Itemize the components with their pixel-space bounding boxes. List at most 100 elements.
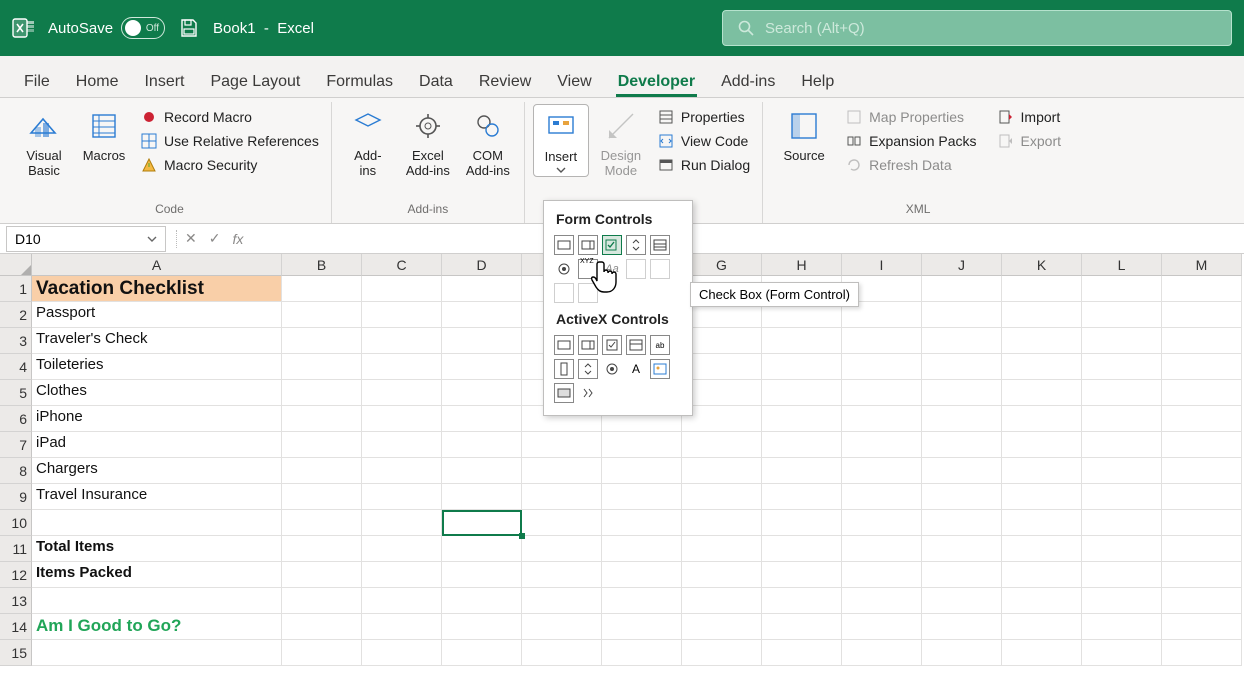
cell-E8[interactable] bbox=[522, 458, 602, 484]
excel-addins-button[interactable]: Excel Add-ins bbox=[400, 104, 456, 182]
cell-M13[interactable] bbox=[1162, 588, 1242, 614]
cell-J10[interactable] bbox=[922, 510, 1002, 536]
cell-D11[interactable] bbox=[442, 536, 522, 562]
cell-E13[interactable] bbox=[522, 588, 602, 614]
column-header-A[interactable]: A bbox=[32, 254, 282, 276]
cell-J5[interactable] bbox=[922, 380, 1002, 406]
row-header-2[interactable]: 2 bbox=[0, 302, 32, 328]
cell-L11[interactable] bbox=[1082, 536, 1162, 562]
cell-D3[interactable] bbox=[442, 328, 522, 354]
tab-help[interactable]: Help bbox=[799, 65, 836, 97]
search-box[interactable]: Search (Alt+Q) bbox=[722, 10, 1232, 46]
cell-H15[interactable] bbox=[762, 640, 842, 666]
use-relative-button[interactable]: Use Relative References bbox=[136, 130, 323, 152]
cell-M3[interactable] bbox=[1162, 328, 1242, 354]
cell-A10[interactable] bbox=[32, 510, 282, 536]
ax-spin-button-icon[interactable] bbox=[578, 359, 598, 379]
cell-C8[interactable] bbox=[362, 458, 442, 484]
tab-add-ins[interactable]: Add-ins bbox=[719, 65, 777, 97]
label-control-icon[interactable]: Aa bbox=[602, 259, 622, 279]
cell-B13[interactable] bbox=[282, 588, 362, 614]
cell-A4[interactable]: Toileteries bbox=[32, 354, 282, 380]
scroll-bar-control-icon[interactable] bbox=[626, 259, 646, 279]
cell-I6[interactable] bbox=[842, 406, 922, 432]
cell-C3[interactable] bbox=[362, 328, 442, 354]
cell-H12[interactable] bbox=[762, 562, 842, 588]
column-header-H[interactable]: H bbox=[762, 254, 842, 276]
cell-C11[interactable] bbox=[362, 536, 442, 562]
cell-D8[interactable] bbox=[442, 458, 522, 484]
cell-L8[interactable] bbox=[1082, 458, 1162, 484]
row-header-9[interactable]: 9 bbox=[0, 484, 32, 510]
cell-K4[interactable] bbox=[1002, 354, 1082, 380]
ax-check-box-icon[interactable] bbox=[602, 335, 622, 355]
ax-text-box-icon[interactable]: ab bbox=[650, 335, 670, 355]
fill-handle[interactable] bbox=[519, 533, 525, 539]
cell-E11[interactable] bbox=[522, 536, 602, 562]
enter-icon[interactable]: ✓ bbox=[205, 230, 225, 247]
combo-box-control-icon[interactable] bbox=[578, 235, 598, 255]
cell-J9[interactable] bbox=[922, 484, 1002, 510]
ax-command-button-icon[interactable] bbox=[554, 335, 574, 355]
button-control-icon[interactable] bbox=[554, 235, 574, 255]
cell-F11[interactable] bbox=[602, 536, 682, 562]
cell-B1[interactable] bbox=[282, 276, 362, 302]
cell-L2[interactable] bbox=[1082, 302, 1162, 328]
cell-H4[interactable] bbox=[762, 354, 842, 380]
spin-button-control-icon[interactable] bbox=[626, 235, 646, 255]
cell-E7[interactable] bbox=[522, 432, 602, 458]
cell-M14[interactable] bbox=[1162, 614, 1242, 640]
cell-I11[interactable] bbox=[842, 536, 922, 562]
cell-B4[interactable] bbox=[282, 354, 362, 380]
cell-F14[interactable] bbox=[602, 614, 682, 640]
refresh-data-button[interactable]: Refresh Data bbox=[841, 154, 980, 176]
ax-scroll-bar-icon[interactable] bbox=[554, 359, 574, 379]
cell-L10[interactable] bbox=[1082, 510, 1162, 536]
cell-B5[interactable] bbox=[282, 380, 362, 406]
cell-D6[interactable] bbox=[442, 406, 522, 432]
cell-A5[interactable]: Clothes bbox=[32, 380, 282, 406]
cell-G8[interactable] bbox=[682, 458, 762, 484]
cell-D15[interactable] bbox=[442, 640, 522, 666]
cell-I9[interactable] bbox=[842, 484, 922, 510]
run-dialog-button[interactable]: Run Dialog bbox=[653, 154, 754, 176]
cell-G5[interactable] bbox=[682, 380, 762, 406]
cell-D7[interactable] bbox=[442, 432, 522, 458]
cell-B7[interactable] bbox=[282, 432, 362, 458]
macro-security-button[interactable]: Macro Security bbox=[136, 154, 323, 176]
select-all-corner[interactable] bbox=[0, 254, 32, 276]
cell-H5[interactable] bbox=[762, 380, 842, 406]
cell-C6[interactable] bbox=[362, 406, 442, 432]
cell-C5[interactable] bbox=[362, 380, 442, 406]
com-addins-button[interactable]: COM Add-ins bbox=[460, 104, 516, 182]
row-header-3[interactable]: 3 bbox=[0, 328, 32, 354]
cell-B11[interactable] bbox=[282, 536, 362, 562]
cell-A6[interactable]: iPhone bbox=[32, 406, 282, 432]
expansion-packs-button[interactable]: Expansion Packs bbox=[841, 130, 980, 152]
cell-E10[interactable] bbox=[522, 510, 602, 536]
fx-icon[interactable]: fx bbox=[228, 231, 247, 247]
cell-B14[interactable] bbox=[282, 614, 362, 640]
cell-C10[interactable] bbox=[362, 510, 442, 536]
cell-C2[interactable] bbox=[362, 302, 442, 328]
cell-I4[interactable] bbox=[842, 354, 922, 380]
cell-C1[interactable] bbox=[362, 276, 442, 302]
tab-review[interactable]: Review bbox=[477, 65, 533, 97]
cell-M15[interactable] bbox=[1162, 640, 1242, 666]
cell-K3[interactable] bbox=[1002, 328, 1082, 354]
properties-button[interactable]: Properties bbox=[653, 106, 754, 128]
cell-K7[interactable] bbox=[1002, 432, 1082, 458]
cell-K8[interactable] bbox=[1002, 458, 1082, 484]
option-button-control-icon[interactable] bbox=[554, 259, 574, 279]
save-icon[interactable] bbox=[177, 18, 201, 38]
cell-J1[interactable] bbox=[922, 276, 1002, 302]
cell-D10[interactable] bbox=[442, 510, 522, 536]
cell-H9[interactable] bbox=[762, 484, 842, 510]
cell-A15[interactable] bbox=[32, 640, 282, 666]
cell-D2[interactable] bbox=[442, 302, 522, 328]
cell-F10[interactable] bbox=[602, 510, 682, 536]
cell-J8[interactable] bbox=[922, 458, 1002, 484]
row-header-4[interactable]: 4 bbox=[0, 354, 32, 380]
cell-I8[interactable] bbox=[842, 458, 922, 484]
combo-drop-control-icon[interactable] bbox=[578, 283, 598, 303]
